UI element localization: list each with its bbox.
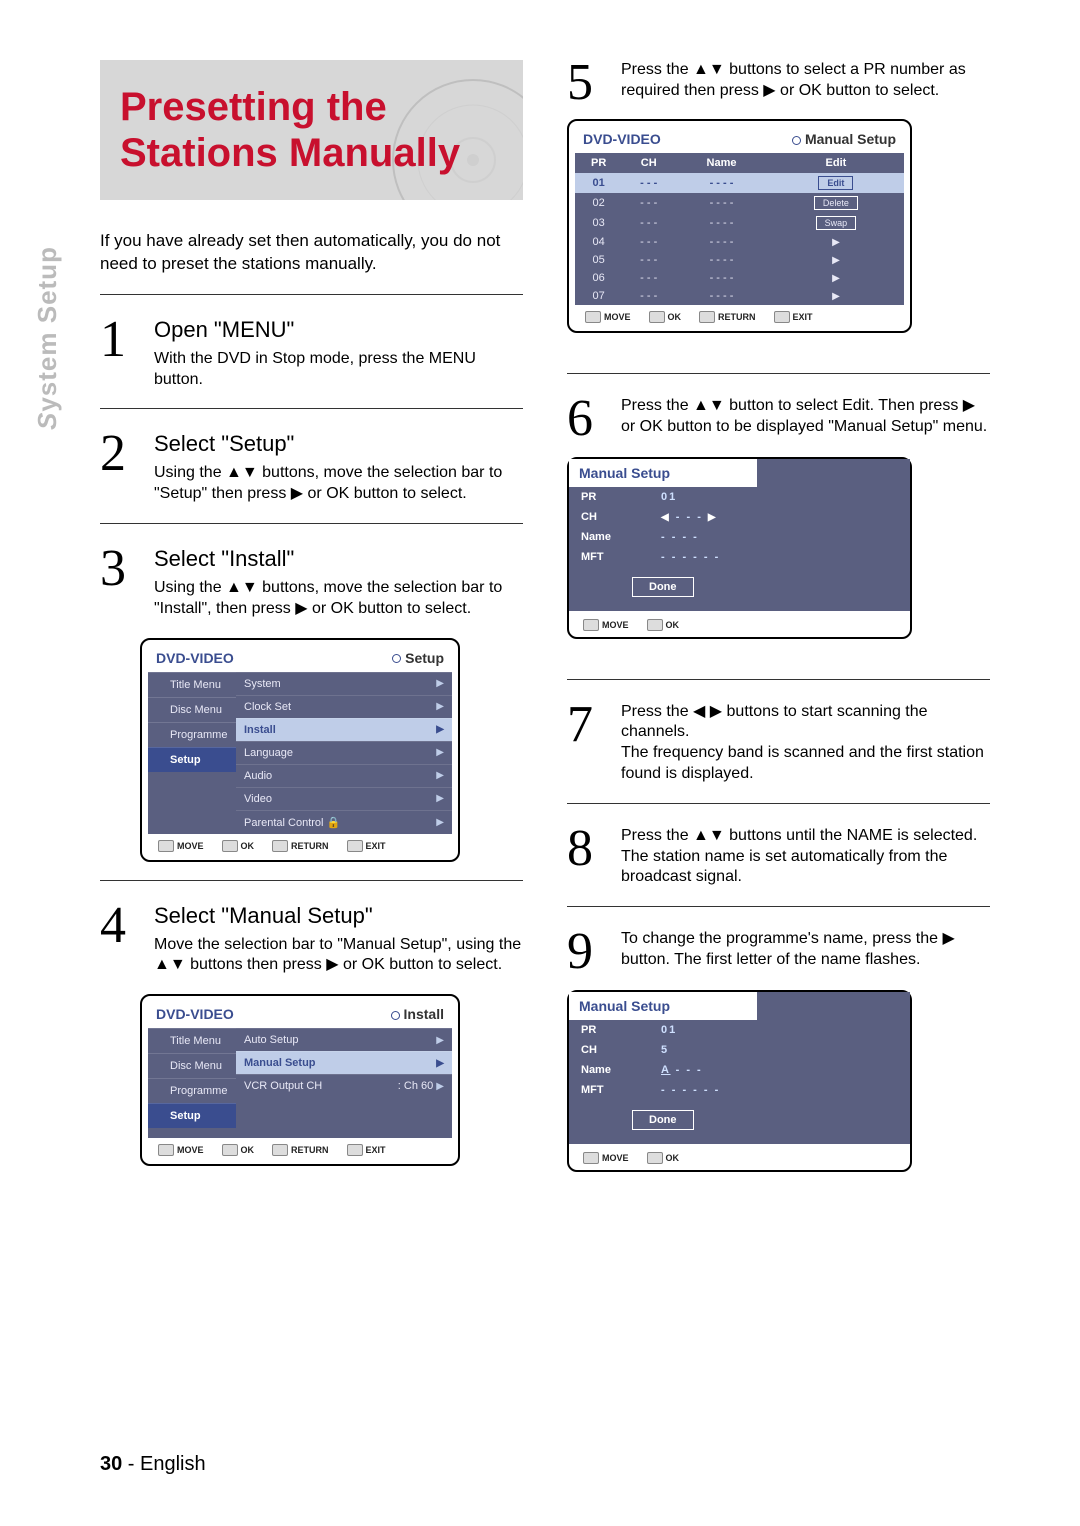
manual-setup-row: PR01	[569, 1020, 757, 1040]
osd-footer-hint: MOVE	[583, 619, 629, 631]
manual-setup-row: NameA - - -	[569, 1060, 757, 1080]
manual-setup-row: PR01	[569, 487, 757, 507]
manual-setup-row: CH◀ - - - ▶	[569, 507, 757, 527]
osd-footer-hint: OK	[647, 619, 680, 631]
step-2: 2 Select "Setup" Using the ▲▼ buttons, m…	[100, 431, 523, 505]
done-button: Done	[632, 1110, 694, 1130]
pr-table-row: 03- - -- - - -Swap	[575, 213, 904, 233]
osd-footer-hint: MOVE	[158, 840, 204, 852]
step-3: 3 Select "Install" Using the ▲▼ buttons,…	[100, 546, 523, 620]
osd-footer-hint: MOVE	[158, 1144, 204, 1156]
osd-menu-item: Programme	[148, 1078, 236, 1103]
osd-menu-item: Setup	[148, 747, 236, 772]
osd-list-item: Auto Setup ▶	[236, 1028, 452, 1051]
step-1: 1 Open "MENU" With the DVD in Stop mode,…	[100, 317, 523, 391]
page-footer: 30 - English	[100, 1453, 206, 1476]
divider	[100, 294, 523, 295]
pr-table-row: 07- - -- - - -▶	[575, 287, 904, 305]
right-column: 5 Press the ▲▼ buttons to select a PR nu…	[567, 60, 990, 1172]
pr-table-row: 02- - -- - - -Delete	[575, 193, 904, 213]
osd-install: DVD-VIDEO Install Title MenuDisc MenuPro…	[140, 994, 460, 1166]
step-8: 8 Press the ▲▼ buttons until the NAME is…	[567, 826, 990, 888]
osd-footer-hint: OK	[222, 1144, 255, 1156]
osd-manual-setup-1: Manual Setup PR01CH◀ - - - ▶Name- - - -M…	[567, 457, 912, 639]
osd-pr-table: DVD-VIDEO Manual Setup PRCHNameEdit01- -…	[567, 119, 912, 333]
pr-table-row: 01- - -- - - -Edit	[575, 173, 904, 193]
osd-footer-hint: RETURN	[272, 840, 329, 852]
step-7: 7 Press the ◀ ▶ buttons to start scannin…	[567, 702, 990, 785]
manual-setup-row: MFT- - - - - -	[569, 547, 757, 567]
osd-menu-item: Title Menu	[148, 672, 236, 697]
osd-list-item: Audio▶	[236, 764, 452, 787]
pr-table-row: 06- - -- - - -▶	[575, 269, 904, 287]
osd-footer-hint: EXIT	[347, 1144, 386, 1156]
manual-setup-row: CH5	[569, 1040, 757, 1060]
manual-setup-row: MFT- - - - - -	[569, 1080, 757, 1100]
left-column: Presetting the Stations Manually If you …	[100, 60, 523, 1172]
osd-manual-setup-2: Manual Setup PR01CH5NameA - - -MFT- - - …	[567, 990, 912, 1172]
osd-setup: DVD-VIDEO Setup Title MenuDisc MenuProgr…	[140, 638, 460, 862]
osd-menu-item: Setup	[148, 1103, 236, 1128]
osd-footer-hint: EXIT	[347, 840, 386, 852]
step-9: 9 To change the programme's name, press …	[567, 929, 990, 976]
pr-table-row: 04- - -- - - -▶	[575, 233, 904, 251]
osd-menu-item: Programme	[148, 722, 236, 747]
osd-footer-hint: OK	[649, 311, 682, 323]
pr-table-row: 05- - -- - - -▶	[575, 251, 904, 269]
osd-list-item: System▶	[236, 672, 452, 695]
section-tab: System Setup	[32, 246, 63, 430]
osd-list-item: Video▶	[236, 787, 452, 810]
osd-list-item: VCR Output CH: Ch 60 ▶	[236, 1074, 452, 1097]
osd-menu-item: Disc Menu	[148, 697, 236, 722]
page-title: Presetting the Stations Manually	[120, 84, 503, 176]
osd-footer-hint: RETURN	[272, 1144, 329, 1156]
osd-menu-item: Disc Menu	[148, 1053, 236, 1078]
step-4: 4 Select "Manual Setup" Move the selecti…	[100, 903, 523, 977]
osd-footer-hint: MOVE	[585, 311, 631, 323]
osd-footer-hint: OK	[222, 840, 255, 852]
osd-footer-hint: OK	[647, 1152, 680, 1164]
osd-footer-hint: RETURN	[699, 311, 756, 323]
osd-list-item: Clock Set▶	[236, 695, 452, 718]
intro-text: If you have already set then automatical…	[100, 230, 523, 276]
osd-list-item: Manual Setup ▶	[236, 1051, 452, 1074]
osd-list-item: Parental Control 🔒▶	[236, 810, 452, 834]
step-5: 5 Press the ▲▼ buttons to select a PR nu…	[567, 60, 990, 107]
step-6: 6 Press the ▲▼ button to select Edit. Th…	[567, 396, 990, 443]
osd-list-item: Install▶	[236, 718, 452, 741]
osd-footer-hint: EXIT	[774, 311, 813, 323]
osd-menu-item: Title Menu	[148, 1028, 236, 1053]
manual-setup-row: Name- - - -	[569, 527, 757, 547]
done-button: Done	[632, 577, 694, 597]
osd-list-item: Language▶	[236, 741, 452, 764]
title-box: Presetting the Stations Manually	[100, 60, 523, 200]
osd-footer-hint: MOVE	[583, 1152, 629, 1164]
